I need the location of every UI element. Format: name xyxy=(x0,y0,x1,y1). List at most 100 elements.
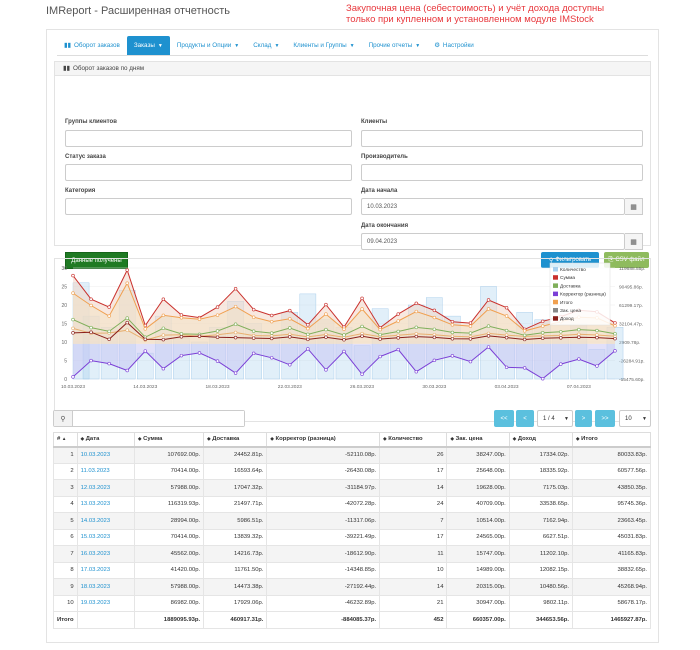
next-page-button[interactable]: > xyxy=(575,410,592,427)
column-header-sum[interactable]: ◆ Сумма xyxy=(133,432,205,448)
order-status-label: Статус заказа xyxy=(65,154,106,160)
cell-date[interactable]: 17.03.2023 xyxy=(76,561,135,579)
data-point xyxy=(143,327,147,331)
cell-date[interactable]: 11.03.2023 xyxy=(76,462,135,480)
column-header-index[interactable]: # ▲ xyxy=(53,432,78,448)
tab-customers-groups[interactable]: Клиенты и Группы ▼ xyxy=(286,36,361,55)
data-point xyxy=(107,314,111,318)
cell-sum: 70414.00р. xyxy=(133,528,205,546)
data-point xyxy=(179,332,184,336)
customer-groups-field[interactable] xyxy=(65,130,352,147)
cell-total: 43850.35р. xyxy=(572,479,651,497)
table-row: 3 12.03.2023 57988.00р. 17047.32р. -31184.97… xyxy=(53,479,651,497)
date-start-input[interactable]: 10.03.2023 xyxy=(361,198,625,215)
cell-income: 11202.10р. xyxy=(508,545,574,563)
table-row: 4 13.03.2023 116319.93р. 21497.71р. -42072.2… xyxy=(53,495,651,513)
data-point xyxy=(414,334,418,339)
cell-date[interactable]: 16.03.2023 xyxy=(76,545,135,563)
data-point xyxy=(288,335,292,339)
tab-warehouse[interactable]: Склад ▼ xyxy=(246,36,286,55)
calendar-icon[interactable]: ▦ xyxy=(625,198,643,215)
data-point xyxy=(541,324,545,328)
page-size-select[interactable]: 10 ▼ xyxy=(619,410,651,427)
category-label: Категория xyxy=(65,188,96,194)
data-point xyxy=(504,314,509,318)
cell-date[interactable]: 12.03.2023 xyxy=(76,479,135,497)
cell-sum: 107692.00р. xyxy=(133,446,205,464)
column-header-purchase-price[interactable]: ◆ Зак. цена xyxy=(446,432,510,448)
tab-other-reports[interactable]: Прочие отчеты ▼ xyxy=(362,36,428,55)
order-status-field[interactable] xyxy=(65,164,352,181)
data-point xyxy=(324,327,328,332)
cell-date[interactable]: 19.03.2023 xyxy=(76,594,135,612)
last-page-button[interactable]: >> xyxy=(595,410,615,427)
tab-products-options[interactable]: Продукты и Опции ▼ xyxy=(170,36,246,55)
cell-income: 6627.51р. xyxy=(508,528,574,546)
total-cell-shipping: 460917.31р. xyxy=(203,611,268,629)
prev-page-button[interactable]: < xyxy=(516,410,534,427)
first-page-button[interactable]: << xyxy=(494,410,514,427)
column-header-date[interactable]: ◆ Дата xyxy=(76,432,135,448)
data-point xyxy=(450,337,455,341)
cell-quantity: 17 xyxy=(379,462,448,480)
total-cell-purchase-price: 660357.00р. xyxy=(446,611,510,629)
column-header-quantity[interactable]: ◆ Количество xyxy=(379,432,448,448)
page-select[interactable]: 1 / 4 ▼ xyxy=(537,410,573,427)
category-field[interactable] xyxy=(65,198,352,215)
data-point xyxy=(125,328,129,332)
search-input[interactable] xyxy=(73,411,244,426)
calendar-icon[interactable]: ▦ xyxy=(625,233,643,250)
data-point xyxy=(288,363,292,367)
cell-date[interactable]: 18.03.2023 xyxy=(76,578,135,596)
column-header-shipping[interactable]: ◆ Доставка xyxy=(203,432,268,448)
total-cell-sum: 1889095.93р. xyxy=(133,611,205,629)
search-icon[interactable]: ⚲ xyxy=(54,411,73,426)
cell-shipping: 17929.06р. xyxy=(203,594,268,612)
cell-total: 58678.17р. xyxy=(572,594,651,612)
customers-field[interactable] xyxy=(361,130,643,147)
legend-label: Корректор (разница) xyxy=(560,292,606,298)
notice-line-2: только при купленном и установленном мод… xyxy=(346,14,594,25)
tab-orders[interactable]: Заказы ▼ xyxy=(126,36,170,55)
table-row: 7 16.03.2023 45562.00р. 14216.73р. -18612.90… xyxy=(53,545,651,563)
legend-label: Итого xyxy=(560,300,573,306)
data-point xyxy=(486,345,491,349)
left-axis-tick-label: 25 xyxy=(61,285,67,291)
cell-date[interactable]: 13.03.2023 xyxy=(76,495,135,513)
manufacturer-field[interactable] xyxy=(361,164,643,181)
cell-date[interactable]: 10.03.2023 xyxy=(76,446,135,464)
column-header-label: Количество xyxy=(388,436,423,443)
cell-date[interactable]: 14.03.2023 xyxy=(76,512,135,530)
column-header-label: Зак. цена xyxy=(455,436,483,443)
date-end-input[interactable]: 09.04.2023 xyxy=(361,233,625,250)
tab-settings[interactable]: ⚙ Настройки xyxy=(427,36,481,55)
table-row: 1 10.03.2023 107692.00р. 24452.81р. -52110.0… xyxy=(53,446,651,464)
cell-purchase-price: 19628.00р. xyxy=(446,479,510,497)
cell-index: 9 xyxy=(53,578,78,596)
data-point xyxy=(251,329,256,333)
legend-label: Зак. цена xyxy=(560,308,581,314)
cell-shipping: 17047.32р. xyxy=(203,479,268,497)
cell-income: 18335.92р. xyxy=(508,462,574,480)
cell-quantity: 14 xyxy=(379,578,448,596)
cell-sum: 57988.00р. xyxy=(133,578,205,596)
tab-order-turnover[interactable]: ▮▮ Оборот заказов xyxy=(57,36,127,55)
cell-total: 23663.45р. xyxy=(572,512,651,530)
cell-corrector: -26430.08р. xyxy=(266,462,381,480)
data-point xyxy=(396,336,400,340)
data-point xyxy=(360,307,364,311)
cell-shipping: 14473.38р. xyxy=(203,578,268,596)
cell-purchase-price: 25648.00р. xyxy=(446,462,510,480)
cell-income: 12082.15р. xyxy=(508,561,574,579)
chevron-down-icon: ▼ xyxy=(564,415,569,422)
data-point xyxy=(89,297,93,301)
cell-quantity: 21 xyxy=(379,594,448,612)
column-header-corrector[interactable]: ◆ Корректор (разница) xyxy=(266,432,381,448)
column-header-total[interactable]: ◆ Итого xyxy=(572,432,651,448)
column-header-income[interactable]: ◆ Доход xyxy=(508,432,574,448)
data-point xyxy=(522,366,527,370)
cell-date[interactable]: 15.03.2023 xyxy=(76,528,135,546)
filter-panel-heading: ▮▮ Оборот заказов по дням xyxy=(55,62,650,76)
app-title: IMReport - Расширенная отчетность xyxy=(46,5,230,17)
data-point xyxy=(595,335,599,340)
